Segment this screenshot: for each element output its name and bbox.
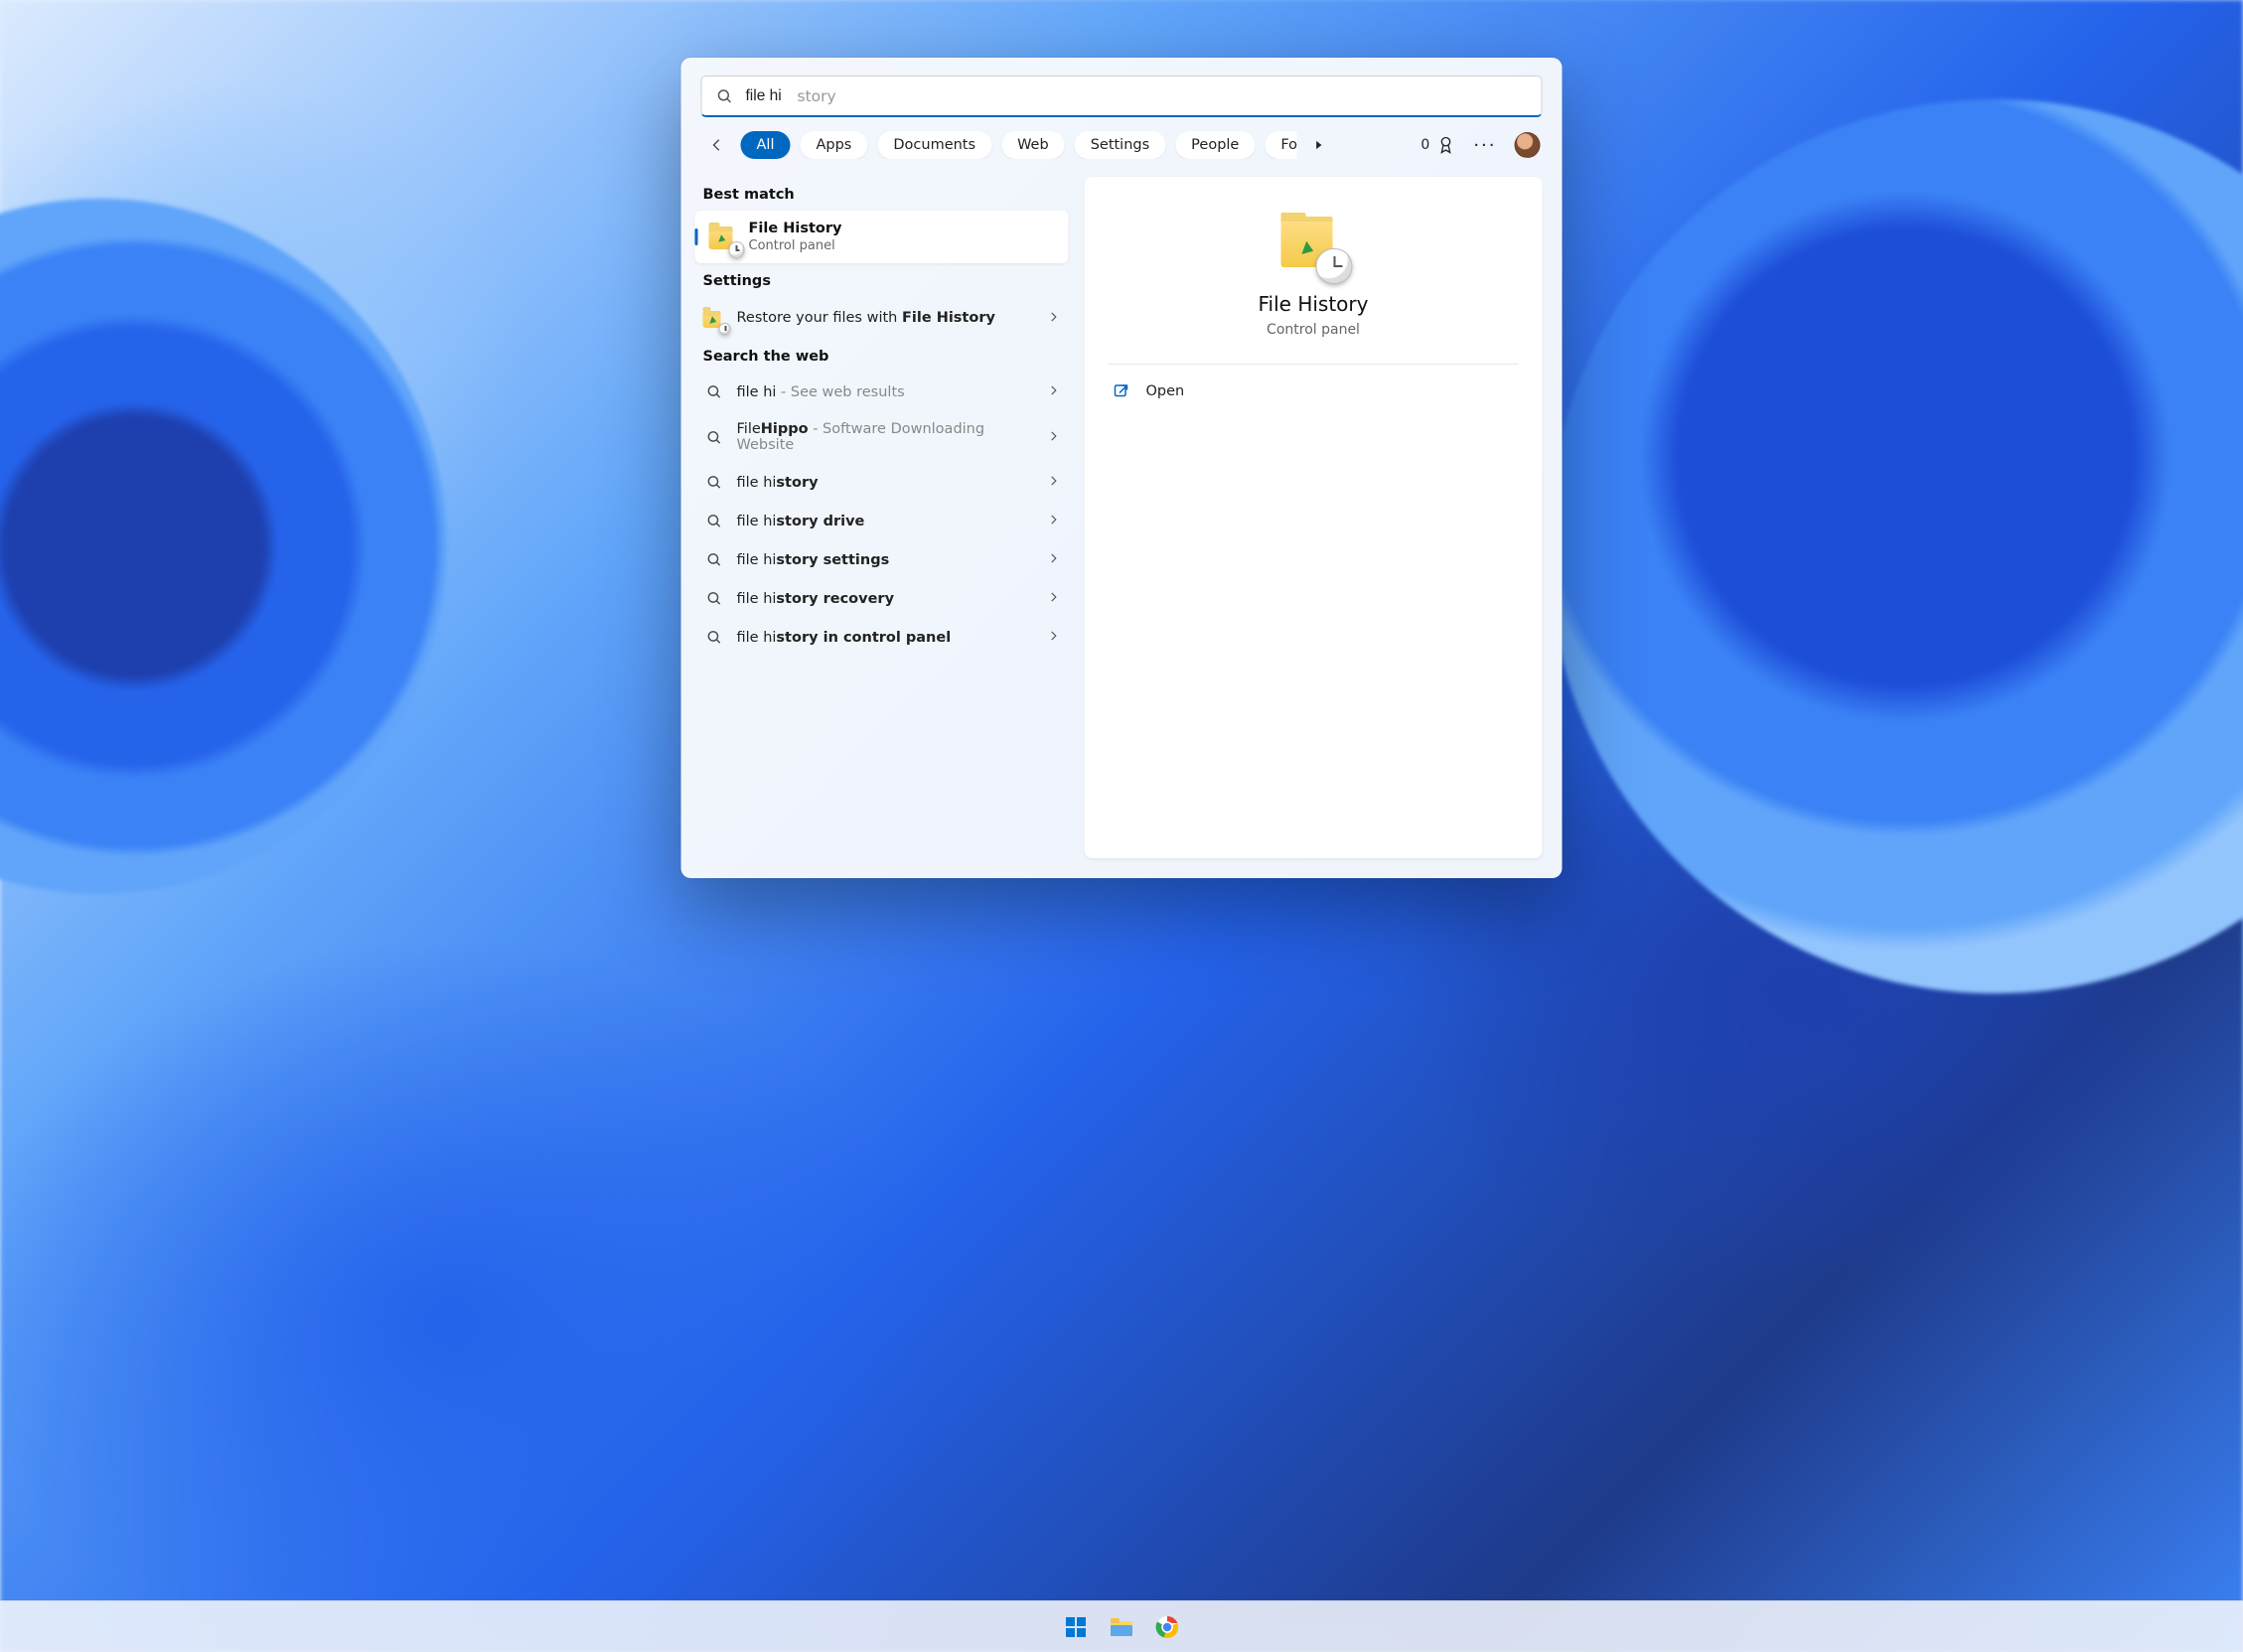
search-icon [705,513,722,529]
rewards-points: 0 [1421,137,1429,153]
search-autocomplete-ghost: story [798,87,836,105]
open-label: Open [1146,383,1185,399]
chevron-right-icon [1047,550,1061,569]
section-web: Search the web [695,339,1069,373]
filter-all[interactable]: All [741,131,791,159]
search-icon [705,429,722,446]
open-action[interactable]: Open [1109,373,1519,410]
rewards-icon [1435,135,1455,155]
preview-title: File History [1259,292,1369,316]
filter-people[interactable]: People [1175,131,1255,159]
chevron-right-icon [1047,309,1061,328]
filter-documents[interactable]: Documents [877,131,991,159]
file-explorer-icon [1109,1614,1134,1640]
chrome-icon [1154,1614,1180,1640]
web-result[interactable]: file history in control panel [695,618,1069,657]
chevron-right-icon [1047,473,1061,492]
search-bar[interactable]: story [701,75,1543,117]
results-list: Best match File History Control panel Se… [681,169,1077,878]
search-icon [705,474,722,491]
section-best-match: Best match [695,177,1069,211]
web-result[interactable]: FileHippo - Software Downloading Website [695,411,1069,463]
web-result[interactable]: file hi - See web results [695,373,1069,411]
search-icon [705,551,722,568]
user-avatar[interactable] [1515,132,1541,158]
divider [1109,364,1519,365]
back-button[interactable] [703,131,731,159]
search-input[interactable] [746,87,786,105]
filters-scroll-right[interactable] [1307,133,1331,157]
web-result[interactable]: file history recovery [695,579,1069,618]
start-button[interactable] [1062,1613,1090,1641]
search-icon [705,590,722,607]
search-icon [705,629,722,646]
windows-icon [1064,1615,1088,1639]
taskbar [0,1600,2243,1652]
settings-result-restore-files[interactable]: Restore your files with File History [695,297,1069,339]
web-result[interactable]: file history settings [695,540,1069,579]
filter-settings[interactable]: Settings [1075,131,1165,159]
file-history-icon [1280,213,1346,278]
filter-folders[interactable]: Folders [1265,131,1296,159]
section-settings: Settings [695,263,1069,297]
filter-web[interactable]: Web [1001,131,1065,159]
filter-chips: All Apps Documents Web Settings People F… [741,131,1297,159]
open-icon [1113,382,1130,400]
best-match-title: File History [749,221,842,236]
best-match-result[interactable]: File History Control panel [695,211,1069,263]
more-button[interactable]: ··· [1473,135,1496,156]
preview-subtitle: Control panel [1267,322,1360,338]
filter-row: All Apps Documents Web Settings People F… [681,117,1563,169]
chrome-button[interactable] [1153,1613,1181,1641]
chevron-right-icon [1047,382,1061,401]
chevron-right-icon [1047,428,1061,447]
search-icon [716,87,734,105]
chevron-right-icon [1047,589,1061,608]
chevron-right-icon [1047,628,1061,647]
web-result[interactable]: file history drive [695,502,1069,540]
chevron-right-icon [1047,512,1061,530]
preview-pane: File History Control panel Open [1085,177,1543,858]
rewards-button[interactable]: 0 [1421,135,1455,155]
search-window: story All Apps Documents Web Settings Pe… [681,58,1563,878]
filter-apps[interactable]: Apps [800,131,867,159]
file-explorer-button[interactable] [1108,1613,1135,1641]
web-result[interactable]: file history [695,463,1069,502]
file-history-icon [703,307,725,329]
file-history-icon [709,223,739,252]
search-icon [705,383,722,400]
best-match-subtitle: Control panel [749,238,842,253]
